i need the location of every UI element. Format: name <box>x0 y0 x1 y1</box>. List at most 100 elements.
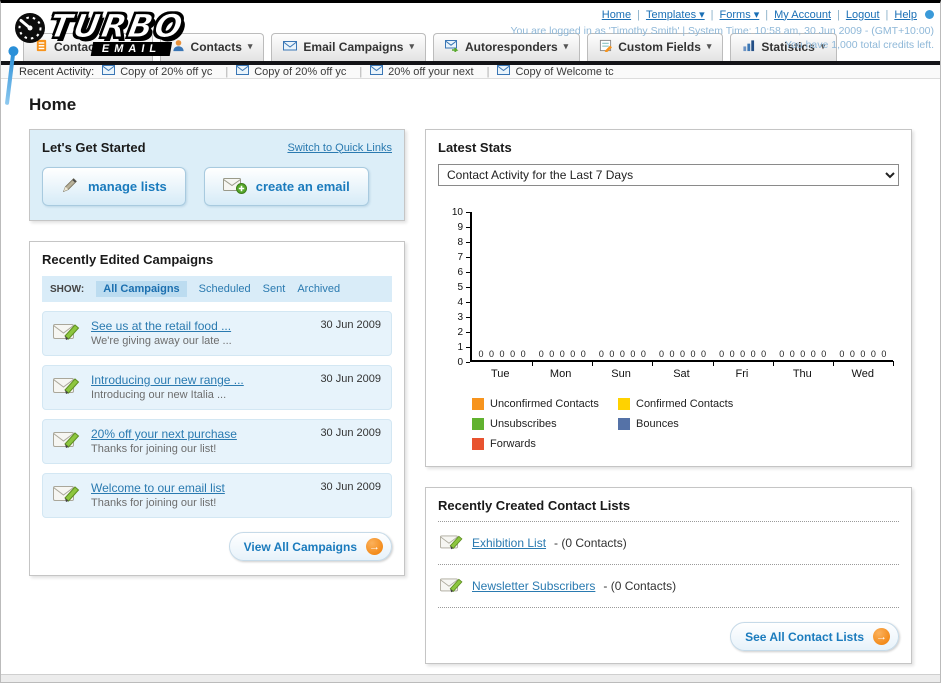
credits-text: You have 1,000 total credits left. <box>784 39 934 51</box>
campaign-row[interactable]: 20% off your next purchase Thanks for jo… <box>42 419 392 464</box>
chart-day-group: 0 0 0 0 0 <box>472 212 534 366</box>
nav-link-logout[interactable]: Logout <box>846 9 880 21</box>
chart-x-label: Thu <box>792 368 812 380</box>
nav-link-home[interactable]: Home <box>602 9 631 21</box>
recent-activity-label: Recent Activity: <box>19 65 95 78</box>
campaign-subtitle: Thanks for joining our list! <box>91 443 217 455</box>
campaign-row[interactable]: Introducing our new range ... Introducin… <box>42 365 392 410</box>
envelope-icon <box>370 65 384 78</box>
legend-item: Unconfirmed Contacts <box>472 398 618 410</box>
utility-nav: Home | Templates ▾ | Forms ▾ | My Account | … <box>510 8 934 21</box>
contact-list-item[interactable]: Exhibition List - (0 Contacts) <box>438 522 899 565</box>
contact-list-name-link[interactable]: Newsletter Subscribers <box>472 579 595 593</box>
get-started-title: Let's Get Started <box>42 140 146 155</box>
email-campaigns-icon <box>283 39 298 55</box>
filter-tab-scheduled[interactable]: Scheduled <box>199 283 251 295</box>
filter-tab-sent[interactable]: Sent <box>263 283 286 295</box>
campaign-date: 30 Jun 2009 <box>320 373 381 385</box>
campaign-title-link[interactable]: Welcome to our email list <box>91 481 225 495</box>
contact-list-name-link[interactable]: Exhibition List <box>472 536 546 550</box>
campaign-subtitle: We're giving away our late ... <box>91 335 232 347</box>
bottom-strip <box>1 674 940 682</box>
recent-activity-item[interactable]: Copy of 20% off yc | <box>236 65 362 78</box>
create-email-button[interactable]: create an email <box>203 167 369 206</box>
recent-activity-item[interactable]: 20% off your next | <box>370 65 489 78</box>
filter-tab-all-campaigns[interactable]: All Campaigns <box>96 281 187 297</box>
campaign-date: 30 Jun 2009 <box>320 427 381 439</box>
tab-email-campaigns[interactable]: Email Campaigns ▾ <box>271 32 426 61</box>
main-content: Home Let's Get Started Switch to Quick L… <box>1 79 940 674</box>
campaigns-filter-tabs: SHOW: All Campaigns Scheduled Sent Archi… <box>42 276 392 302</box>
nav-link-templates[interactable]: Templates ▾ <box>646 8 705 21</box>
campaign-row[interactable]: See us at the retail food ... We're givi… <box>42 311 392 356</box>
campaign-title-link[interactable]: See us at the retail food ... <box>91 319 232 333</box>
contact-list-item[interactable]: Newsletter Subscribers - (0 Contacts) <box>438 565 899 608</box>
envelope-pencil-icon <box>53 481 81 510</box>
chart-x-label: Mon <box>549 368 572 380</box>
envelope-icon <box>497 65 511 78</box>
page-title: Home <box>29 95 77 114</box>
latest-stats-title: Latest Stats <box>438 140 512 155</box>
campaign-date: 30 Jun 2009 <box>320 481 381 493</box>
nav-link-forms[interactable]: Forms ▾ <box>720 8 760 21</box>
chart-day-group: 0 0 0 0 0 <box>833 212 895 366</box>
edge-dot-decoration <box>925 10 934 19</box>
envelope-pencil-icon <box>53 319 81 348</box>
chart-plot: 0 0 0 0 00 0 0 0 00 0 0 0 00 0 0 0 00 0 … <box>470 212 895 366</box>
chart-x-label: Wed <box>851 368 874 380</box>
chart-x-label: Fri <box>735 368 749 380</box>
envelope-pencil-icon <box>53 373 81 402</box>
campaign-row[interactable]: Welcome to our email list Thanks for joi… <box>42 473 392 518</box>
switch-quick-links-link[interactable]: Switch to Quick Links <box>287 142 392 154</box>
arrow-right-icon: → <box>873 628 890 645</box>
recent-activity-item[interactable]: Copy of Welcome tc <box>497 65 614 78</box>
legend-item: Unsubscribes <box>472 418 618 430</box>
nav-link-my-account[interactable]: My Account <box>774 9 831 21</box>
recent-activity-bar: Recent Activity: Copy of 20% off yc | Cop… <box>1 65 940 79</box>
header-right: Home | Templates ▾ | Forms ▾ | My Account | … <box>510 8 934 51</box>
envelope-pencil-icon <box>440 574 464 598</box>
chart-day-group: 0 0 0 0 0 <box>652 212 714 366</box>
campaigns-title: Recently Edited Campaigns <box>42 252 214 267</box>
legend-item: Confirmed Contacts <box>618 398 764 410</box>
see-all-contact-lists-button[interactable]: See All Contact Lists → <box>730 622 899 651</box>
envelope-pencil-icon <box>440 531 464 555</box>
campaign-title-link[interactable]: Introducing our new range ... <box>91 373 244 387</box>
chevron-down-icon: ▾ <box>247 41 253 52</box>
speedometer-icon <box>13 11 47 50</box>
campaign-subtitle: Introducing our new Italia ... <box>91 389 227 401</box>
recent-activity-item[interactable]: Copy of 20% off yc | <box>102 65 228 78</box>
get-started-panel: Let's Get Started Switch to Quick Links … <box>29 129 405 221</box>
view-all-campaigns-button[interactable]: View All Campaigns → <box>228 532 392 561</box>
recently-created-contact-lists-panel: Recently Created Contact Lists Exhibitio… <box>425 487 912 664</box>
nav-link-help[interactable]: Help <box>894 9 917 21</box>
chart-day-group: 0 0 0 0 0 <box>773 212 834 366</box>
chart-legend: Unconfirmed Contacts Confirmed Contacts Un… <box>472 398 899 450</box>
chart-day-group: 0 0 0 0 0 <box>592 212 654 366</box>
contact-list-count: - (0 Contacts) <box>554 536 627 550</box>
envelope-plus-icon <box>222 176 247 197</box>
chart-x-label: Tue <box>490 368 510 380</box>
autoresponders-icon <box>444 39 459 55</box>
contact-list-count: - (0 Contacts) <box>603 579 677 593</box>
chart-x-axis: Tue Mon Sun Sat Fri Thu Wed <box>470 368 893 380</box>
campaign-date: 30 Jun 2009 <box>320 319 381 331</box>
envelope-icon <box>236 65 250 78</box>
chart-x-label: Sat <box>673 368 690 380</box>
filter-tab-archived[interactable]: Archived <box>297 283 340 295</box>
campaign-title-link[interactable]: 20% off your next purchase <box>91 427 237 441</box>
chart-day-group: 0 0 0 0 0 <box>532 212 594 366</box>
manage-lists-button[interactable]: manage lists <box>42 167 186 206</box>
app-logo: TURBO EMAIL <box>13 7 188 56</box>
chart-x-label: Sun <box>611 368 631 380</box>
chevron-down-icon: ▾ <box>409 41 414 52</box>
logo-subtitle: EMAIL <box>90 42 173 56</box>
chart-day-group: 0 0 0 0 0 <box>713 212 774 366</box>
logo-title: TURBO <box>46 7 188 46</box>
show-label: SHOW: <box>50 283 85 295</box>
stats-period-select[interactable]: Contact Activity for the Last 7 Days <box>438 164 899 186</box>
login-status-text: You are logged in as 'Timothy Smith' | S… <box>510 25 934 37</box>
latest-stats-panel: Latest Stats Contact Activity for the La… <box>425 129 912 467</box>
legend-item: Forwards <box>472 438 618 450</box>
arrow-right-icon: → <box>366 538 383 555</box>
